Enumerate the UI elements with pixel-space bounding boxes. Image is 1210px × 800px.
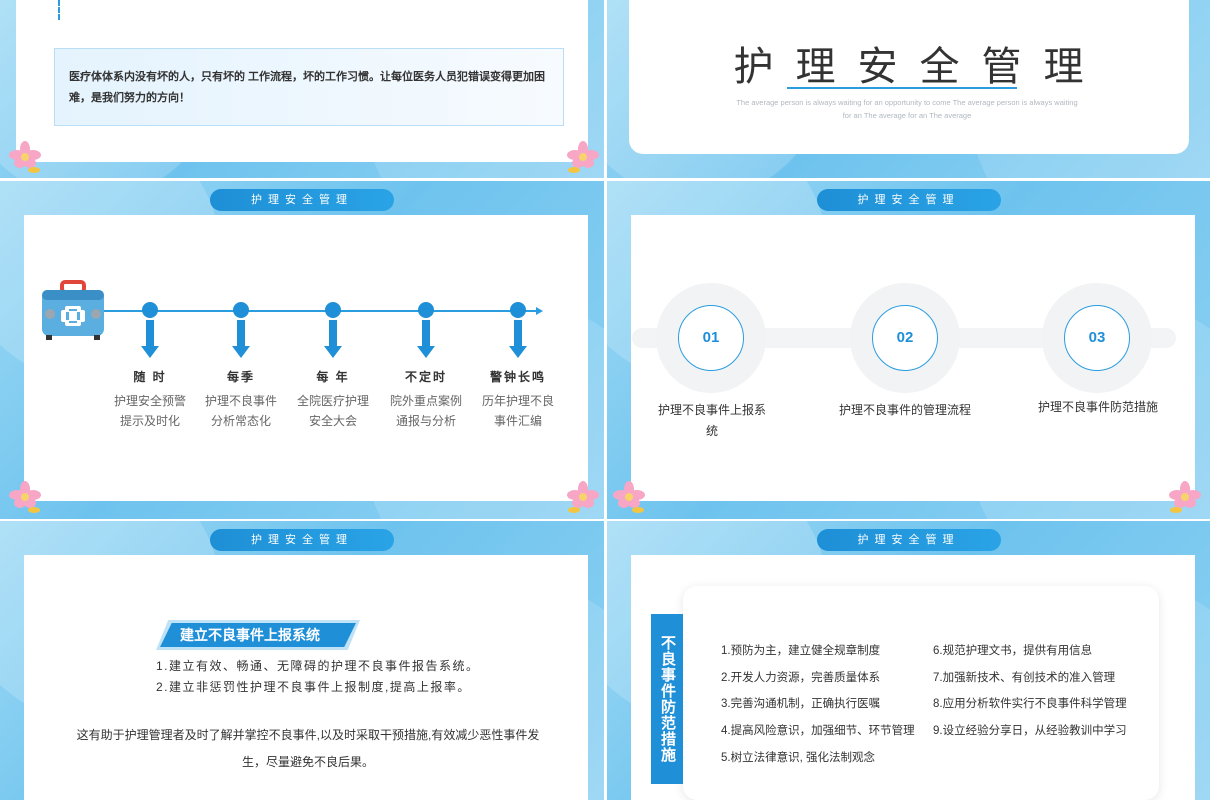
timeline-text-line: 分析常态化 <box>210 414 271 428</box>
flower-icon <box>613 481 645 513</box>
quote-text: 医疗体体系内没有坏的人，只有坏的 工作流程，坏的工作习惯。让每位医务人员犯错误变… <box>69 71 546 104</box>
down-arrow-head <box>232 346 250 358</box>
section-label: 护理安全管理 <box>210 529 394 551</box>
timeline-item: 警钟长鸣 历年护理不良 事件汇编 <box>473 302 563 431</box>
step-number: 02 <box>872 305 938 371</box>
flower-icon <box>9 141 41 173</box>
down-arrow-icon <box>146 320 154 346</box>
down-arrow-icon <box>422 320 430 346</box>
step-label: 护理不良事件上报系 统 <box>652 400 772 442</box>
down-arrow-head <box>141 346 159 358</box>
step-circle: 02 <box>850 283 960 393</box>
step-number: 01 <box>678 305 744 371</box>
section-heading: 建立不良事件上报系统 <box>160 623 356 647</box>
reporting-list: 1.建立有效、畅通、无障碍的护理不良事件报告系统。 2.建立非惩罚性护理不良事件… <box>156 656 480 698</box>
measure-item: 7.加强新技术、有创技术的准入管理 <box>933 671 1116 684</box>
measures-right-column: 6.规范护理文书，提供有用信息 7.加强新技术、有创技术的准入管理 8.应用分析… <box>933 638 1127 745</box>
summary-paragraph: 这有助于护理管理者及时了解并掌控不良事件,以及时采取干预措施,有效减少恶性事件发… <box>76 728 540 769</box>
slide-title[interactable]: 护理安全管理 The average person is always wait… <box>607 0 1210 178</box>
step-label: 护理不良事件防范措施 <box>1030 397 1166 418</box>
measure-item: 6.规范护理文书，提供有用信息 <box>933 645 1093 657</box>
timeline-text-line: 历年护理不良 <box>481 394 554 408</box>
flower-icon <box>1169 481 1201 513</box>
step-label-line: 护理不良事件的管理流程 <box>838 403 971 417</box>
timeline-heading: 不定时 <box>404 370 447 384</box>
step-label: 护理不良事件的管理流程 <box>830 400 980 421</box>
section-label: 护理安全管理 <box>816 189 1001 211</box>
timeline-dot <box>325 302 341 318</box>
measure-item: 1.预防为主，建立健全规章制度 <box>721 645 881 657</box>
list-item: 2.建立非惩罚性护理不良事件上报制度,提高上报率。 <box>156 680 471 694</box>
measures-tab: 不良事件防范措施 <box>651 614 683 784</box>
timeline-text-line: 护理安全预警 <box>113 394 186 408</box>
step-label-line: 护理不良事件防范措施 <box>1037 400 1158 414</box>
timeline-text-line: 提示及时化 <box>119 414 180 428</box>
down-arrow-icon <box>329 320 337 346</box>
measure-item: 5.树立法律意识, 强化法制观念 <box>721 751 875 764</box>
timeline-text: 院外重点案例 通报与分析 <box>381 391 471 431</box>
timeline-item: 每 年 全院医疗护理 安全大会 <box>288 302 378 431</box>
timeline-text: 护理安全预警 提示及时化 <box>105 391 195 431</box>
timeline-text: 全院医疗护理 安全大会 <box>288 391 378 431</box>
timeline-heading: 随 时 <box>133 370 167 384</box>
timeline-dot <box>510 302 526 318</box>
step-label-line: 统 <box>705 424 718 438</box>
section-label: 护理安全管理 <box>816 529 1001 551</box>
timeline-item: 每季 护理不良事件 分析常态化 <box>196 302 286 431</box>
subtitle-line: The average person is always waiting for… <box>736 98 1078 107</box>
step-circle: 03 <box>1042 283 1152 393</box>
timeline-dot <box>142 302 158 318</box>
slide-subtitle: The average person is always waiting for… <box>717 96 1097 122</box>
list-item: 1.建立有效、畅通、无障碍的护理不良事件报告系统。 <box>156 659 480 673</box>
timeline-text-line: 院外重点案例 <box>389 394 462 408</box>
timeline-item: 随 时 护理安全预警 提示及时化 <box>105 302 195 431</box>
timeline-text: 护理不良事件 分析常态化 <box>196 391 286 431</box>
timeline-text: 历年护理不良 事件汇编 <box>473 391 563 431</box>
measure-item: 8.应用分析软件实行不良事件科学管理 <box>933 698 1127 711</box>
slide-title-text: 护理安全管理 <box>733 44 1106 90</box>
timeline-dot <box>418 302 434 318</box>
measure-item: 9.设立经验分享日，从经验教训中学习 <box>933 725 1127 738</box>
measure-item: 4.提高风险意识，加强细节、环节管理 <box>721 725 915 738</box>
timeline-text-line: 全院医疗护理 <box>296 394 369 408</box>
measure-item: 2.开发人力资源，完善质量体系 <box>721 671 881 684</box>
step-label-line: 护理不良事件上报系 <box>657 403 766 417</box>
slide-quote[interactable]: 医疗体体系内没有坏的人，只有坏的 工作流程，坏的工作习惯。让每位医务人员犯错误变… <box>0 0 604 178</box>
measures-left-column: 1.预防为主，建立健全规章制度 2.开发人力资源，完善质量体系 3.完善沟通机制… <box>721 638 915 772</box>
step-number: 03 <box>1064 305 1130 371</box>
quote-box: 医疗体体系内没有坏的人，只有坏的 工作流程，坏的工作习惯。让每位医务人员犯错误变… <box>54 48 564 126</box>
first-aid-kit-icon <box>42 280 104 340</box>
title-underline <box>787 87 1017 89</box>
timeline-dot <box>233 302 249 318</box>
flower-icon <box>9 481 41 513</box>
timeline-item: 不定时 院外重点案例 通报与分析 <box>381 302 471 431</box>
flower-icon <box>567 141 599 173</box>
dashed-connector <box>58 0 60 20</box>
timeline-heading: 警钟长鸣 <box>489 370 546 384</box>
timeline-text-line: 安全大会 <box>308 414 357 428</box>
timeline-text-line: 护理不良事件 <box>204 394 277 408</box>
step-circle: 01 <box>656 283 766 393</box>
timeline-text-line: 事件汇编 <box>493 414 542 428</box>
timeline-heading: 每季 <box>226 370 255 384</box>
measure-item: 3.完善沟通机制，正确执行医嘱 <box>721 698 881 711</box>
section-label: 护理安全管理 <box>210 189 394 211</box>
timeline-heading: 每 年 <box>316 370 350 384</box>
flower-icon <box>567 481 599 513</box>
timeline-text-line: 通报与分析 <box>395 414 456 428</box>
down-arrow-head <box>417 346 435 358</box>
down-arrow-icon <box>514 320 522 346</box>
subtitle-line: for an The average for an The average <box>842 111 972 120</box>
down-arrow-icon <box>237 320 245 346</box>
down-arrow-head <box>324 346 342 358</box>
down-arrow-head <box>509 346 527 358</box>
